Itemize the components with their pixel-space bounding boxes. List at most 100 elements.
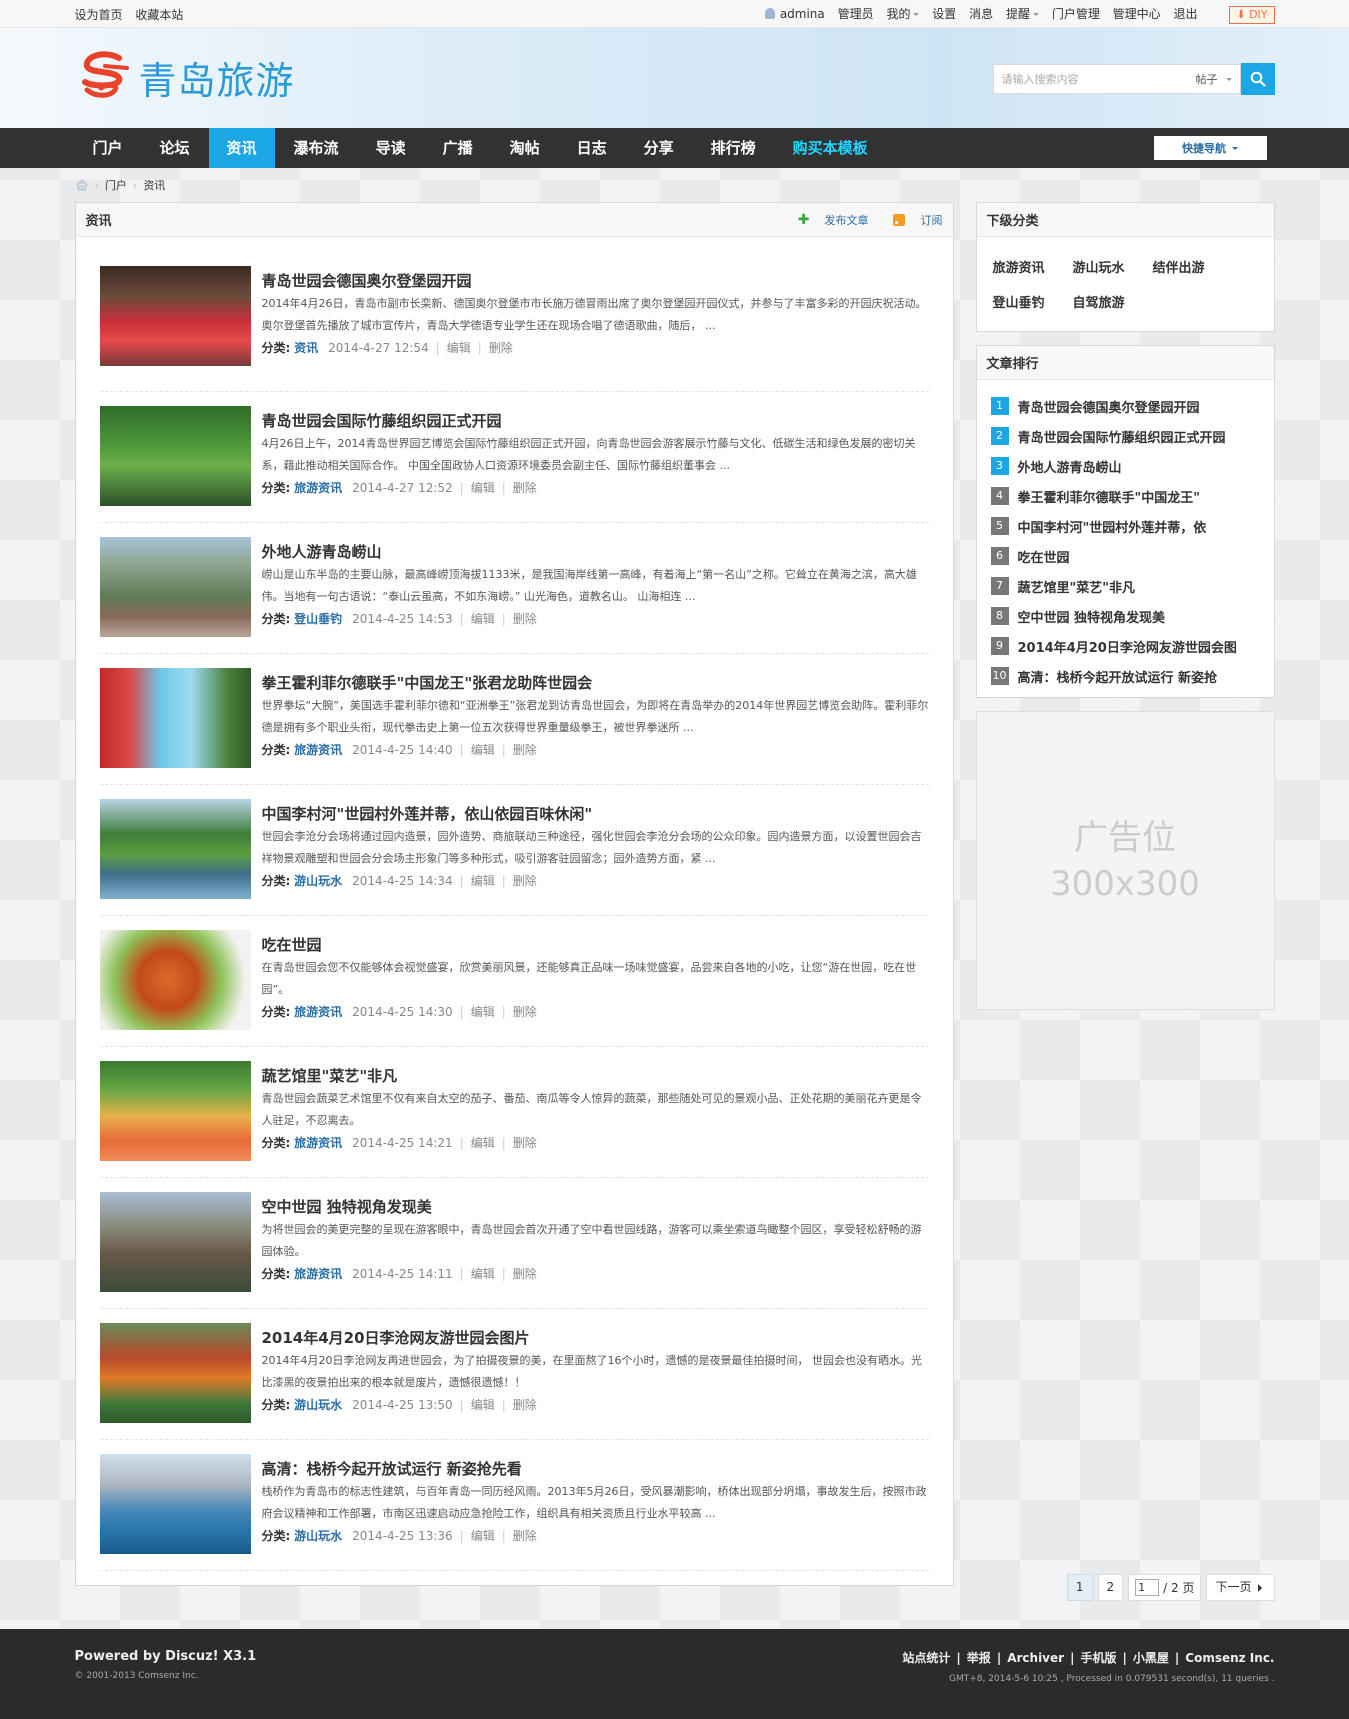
article-category-link[interactable]: 游山玩水 [294,874,342,888]
article-category-link[interactable]: 游山玩水 [294,1529,342,1543]
article-thumbnail[interactable] [99,1192,251,1292]
bookmark-site-link[interactable]: 收藏本站 [135,8,183,22]
ranking-item[interactable]: 3 外地人游青岛崂山 [990,451,1260,481]
article-category-link[interactable]: 旅游资讯 [294,1136,342,1150]
nav-item-news[interactable]: 资讯 [208,128,275,168]
article-category-link[interactable]: 旅游资讯 [294,1267,342,1281]
next-page-button[interactable]: 下一页 [1206,1574,1275,1601]
delete-article-link[interactable]: 删除 [513,1136,537,1150]
nav-item-broadcast[interactable]: 广播 [425,128,491,168]
subcategory-link[interactable]: 登山垂钓 [993,286,1073,321]
ranking-item[interactable]: 7 蔬艺馆里"菜艺"非凡 [990,571,1260,601]
nav-item-collection[interactable]: 淘帖 [492,128,558,168]
delete-article-link[interactable]: 删除 [513,1005,537,1019]
delete-article-link[interactable]: 删除 [513,874,537,888]
publish-article-button[interactable]: ✚ 发布文章 [786,212,869,228]
article-category-link[interactable]: 旅游资讯 [294,743,342,757]
nav-item-share[interactable]: 分享 [626,128,692,168]
portal-admin-link[interactable]: 门户管理 [1052,7,1100,21]
article-thumbnail[interactable] [99,1454,251,1554]
delete-article-link[interactable]: 删除 [489,341,513,355]
delete-article-link[interactable]: 删除 [513,1398,537,1412]
edit-article-link[interactable]: 编辑 [447,341,471,355]
article-category-link[interactable]: 登山垂钓 [294,612,342,626]
article-title[interactable]: 拳王霍利菲尔德联手"中国龙王"张君龙助阵世园会 [262,672,929,694]
admin-center-link[interactable]: 管理中心 [1113,7,1161,21]
delete-article-link[interactable]: 删除 [513,1267,537,1281]
breadcrumb-portal[interactable]: 门户 [105,177,127,193]
subcategory-link[interactable]: 自驾旅游 [1073,286,1153,321]
article-category-link[interactable]: 资讯 [294,341,318,355]
article-title[interactable]: 蔬艺馆里"菜艺"非凡 [262,1065,929,1087]
reminders-link[interactable]: 提醒 [1006,7,1039,21]
edit-article-link[interactable]: 编辑 [471,481,495,495]
edit-article-link[interactable]: 编辑 [471,874,495,888]
page-2-button[interactable]: 2 [1097,1574,1124,1601]
nav-item-forum[interactable]: 论坛 [142,128,208,168]
edit-article-link[interactable]: 编辑 [471,612,495,626]
search-input[interactable]: 请输入搜索内容 帖子 [992,64,1241,94]
home-icon[interactable] [75,179,89,191]
footer-link-blackroom[interactable]: 小黑屋 [1133,1651,1169,1665]
ranking-item[interactable]: 10 高清：栈桥今起开放试运行 新姿抢 [990,661,1260,691]
article-title[interactable]: 2014年4月20日李沧网友游世园会图片 [262,1327,929,1349]
edit-article-link[interactable]: 编辑 [471,1005,495,1019]
article-title[interactable]: 青岛世园会德国奥尔登堡园开园 [262,270,929,292]
edit-article-link[interactable]: 编辑 [471,1267,495,1281]
ranking-item[interactable]: 9 2014年4月20日李沧网友游世园会图 [990,631,1260,661]
nav-item-portal[interactable]: 门户 [75,128,141,168]
footer-link-mobile[interactable]: 手机版 [1080,1651,1116,1665]
ranking-item[interactable]: 2 青岛世园会国际竹藤组织园正式开园 [990,421,1260,451]
quick-nav-button[interactable]: 快捷导航 [1153,136,1267,160]
site-logo[interactable]: 青岛旅游 [75,48,295,106]
subscribe-button[interactable]: 订阅 [881,212,943,228]
subcategory-link[interactable]: 旅游资讯 [993,251,1073,286]
article-title[interactable]: 外地人游青岛崂山 [262,541,929,563]
article-thumbnail[interactable] [99,266,251,366]
article-thumbnail[interactable] [99,930,251,1030]
article-category-link[interactable]: 旅游资讯 [294,1005,342,1019]
edit-article-link[interactable]: 编辑 [471,1398,495,1412]
article-title[interactable]: 吃在世园 [262,934,929,956]
article-title[interactable]: 高清：栈桥今起开放试运行 新姿抢先看 [262,1458,929,1480]
nav-item-guide[interactable]: 导读 [358,128,424,168]
footer-link-archiver[interactable]: Archiver [1007,1651,1064,1665]
nav-item-buy-template[interactable]: 购买本模板 [775,128,886,168]
ranking-item[interactable]: 8 空中世园 独特视角发现美 [990,601,1260,631]
messages-link[interactable]: 消息 [969,7,993,21]
article-thumbnail[interactable] [99,1061,251,1161]
footer-link-report[interactable]: 举报 [967,1651,991,1665]
ranking-item[interactable]: 5 中国李村河"世园村外莲并蒂，依 [990,511,1260,541]
delete-article-link[interactable]: 删除 [513,481,537,495]
article-thumbnail[interactable] [99,537,251,637]
ad-placeholder[interactable]: 广告位 300x300 [975,711,1275,1010]
footer-link-stats[interactable]: 站点统计 [902,1651,950,1665]
article-category-link[interactable]: 游山玩水 [294,1398,342,1412]
ranking-item[interactable]: 1 青岛世园会德国奥尔登堡园开园 [990,391,1260,421]
ranking-item[interactable]: 4 拳王霍利菲尔德联手"中国龙王" [990,481,1260,511]
nav-item-waterfall[interactable]: 瀑布流 [276,128,357,168]
page-jump-input[interactable]: 1 [1135,1579,1160,1596]
footer-link-comsenz[interactable]: Comsenz Inc. [1185,1651,1274,1665]
edit-article-link[interactable]: 编辑 [471,1529,495,1543]
edit-article-link[interactable]: 编辑 [471,743,495,757]
delete-article-link[interactable]: 删除 [513,1529,537,1543]
subcategory-link[interactable]: 结伴出游 [1153,251,1233,286]
search-type-select[interactable]: 帖子 [1196,71,1232,87]
nav-item-ranking[interactable]: 排行榜 [693,128,774,168]
page-1-button[interactable]: 1 [1066,1574,1093,1601]
article-title[interactable]: 中国李村河"世园村外莲并蒂，依山依园百味休闲" [262,803,929,825]
subcategory-link[interactable]: 游山玩水 [1073,251,1153,286]
search-button[interactable] [1240,63,1275,95]
article-category-link[interactable]: 旅游资讯 [294,481,342,495]
edit-article-link[interactable]: 编辑 [471,1136,495,1150]
article-title[interactable]: 空中世园 独特视角发现美 [262,1196,929,1218]
delete-article-link[interactable]: 删除 [513,743,537,757]
diy-button[interactable]: ⬇ DIY [1229,5,1275,24]
nav-item-blog[interactable]: 日志 [559,128,625,168]
set-homepage-link[interactable]: 设为首页 [75,8,123,22]
article-thumbnail[interactable] [99,406,251,506]
article-thumbnail[interactable] [99,799,251,899]
my-menu-link[interactable]: 我的 [886,7,920,21]
ranking-item[interactable]: 6 吃在世园 [990,541,1260,571]
